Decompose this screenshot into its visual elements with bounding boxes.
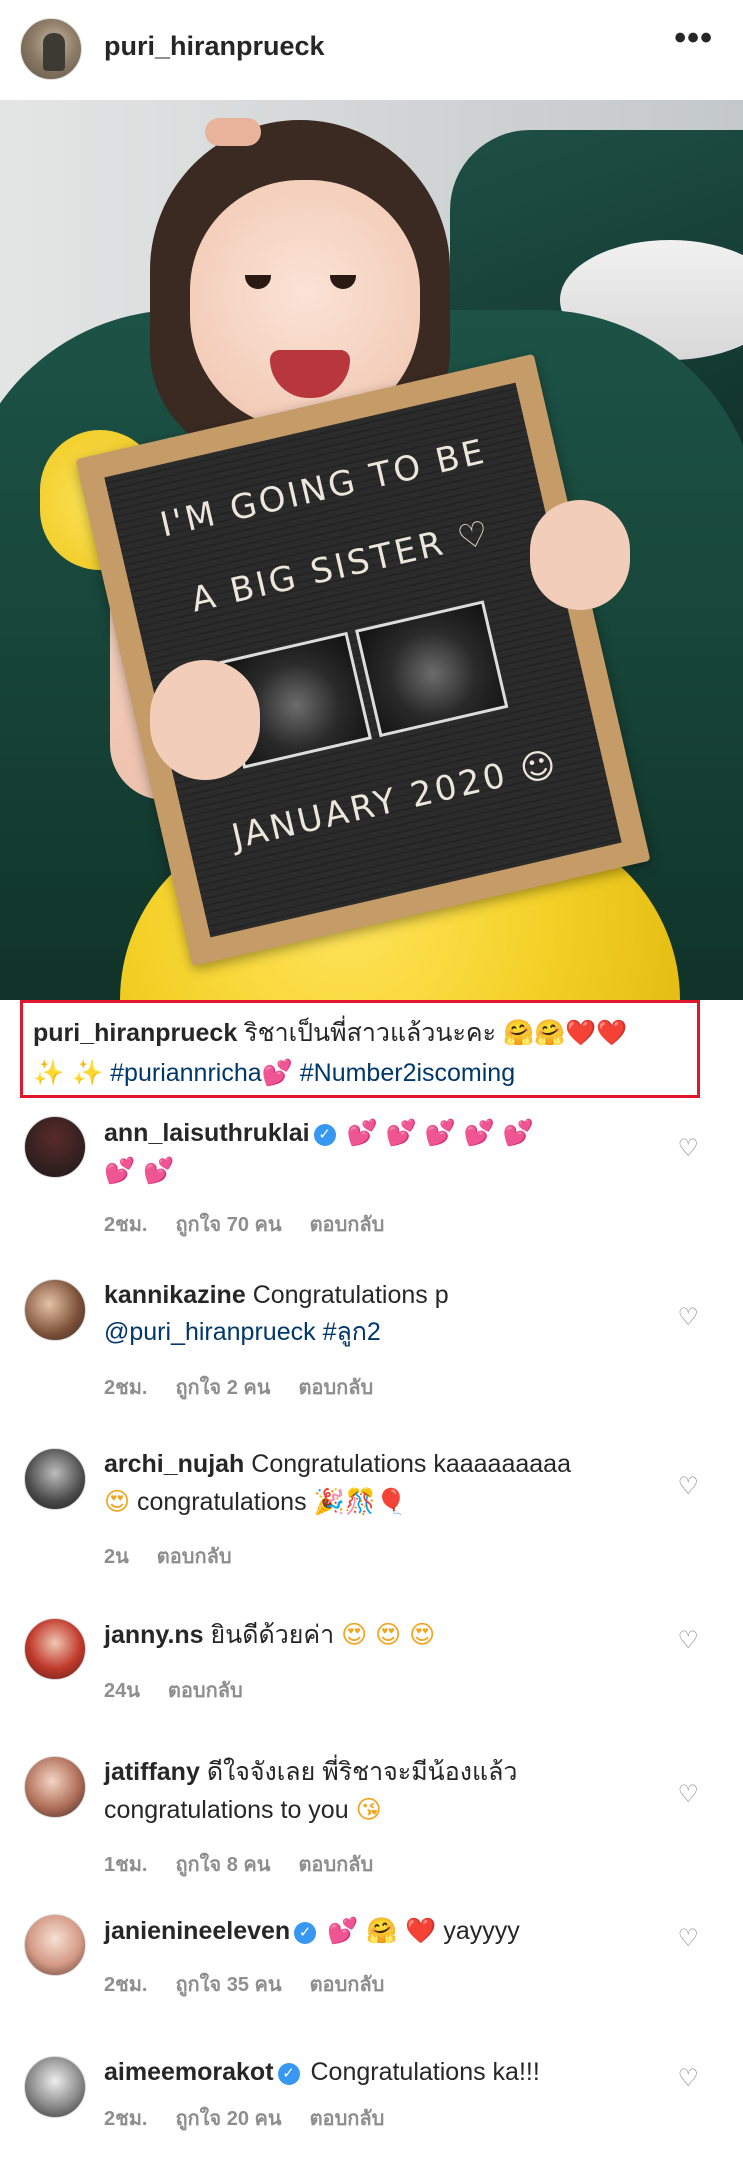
comment-mention[interactable]: @puri_hiranprueck [104,1318,316,1346]
heart-eyes-emojis: 😍 😍 😍 [341,1620,436,1649]
comment-time: 2ชม. [104,1214,148,1236]
like-heart-icon[interactable]: ♡ [677,1303,699,1332]
comment-likes[interactable]: ถูกใจ 35 คน [175,1974,281,1996]
avatar[interactable] [24,1914,86,1976]
like-heart-icon[interactable]: ♡ [677,1134,699,1163]
post-header: puri_hiranprueck ••• [0,0,743,100]
party-emojis: 🎉🎊🎈 [313,1487,407,1516]
comment-time: 2น [104,1546,129,1568]
comment-time: 2ชม. [104,1377,148,1399]
comment-username[interactable]: kannikazine [104,1281,246,1309]
comment-text: yayyyy [443,1917,520,1945]
comment-username[interactable]: aimeemorakot [104,2058,274,2086]
verified-icon: ✓ [294,1922,317,1944]
comment-emojis: 💕 💕 [104,1156,175,1185]
caption-emojis: 🤗🤗❤️❤️ [503,1018,628,1047]
ultrasound-image [355,600,509,738]
comment-likes[interactable]: ถูกใจ 8 คน [175,1854,270,1876]
reply-button[interactable]: ตอบกลับ [157,1546,232,1568]
avatar[interactable] [24,1116,86,1178]
comment-hashtag[interactable]: #ลูก2 [323,1318,381,1346]
hashtag-puriannricha[interactable]: #puriannricha [110,1059,262,1087]
comment-username[interactable]: archi_nujah [104,1450,244,1478]
avatar[interactable] [24,1279,86,1341]
kiss-emoji: 😘 [355,1795,382,1824]
avatar[interactable] [24,1618,86,1680]
comment-likes[interactable]: ถูกใจ 2 คน [175,1377,270,1399]
comment-time: 24น [104,1680,140,1702]
comment-time: 1ชม. [104,1854,148,1876]
header-username[interactable]: puri_hiranprueck [104,31,325,62]
comment-text-line2: congratulations to you [104,1796,349,1824]
reply-button[interactable]: ตอบกลับ [298,1377,373,1399]
reply-button[interactable]: ตอบกลับ [168,1680,243,1702]
comment-emojis: 💕 💕 💕 💕 💕 [346,1118,535,1147]
comment-text: ยินดีด้วยค่า [210,1621,335,1649]
reply-button[interactable]: ตอบกลับ [310,1974,385,1996]
caption-text: ริชาเป็นพี่สาวแล้วนะคะ [244,1019,497,1047]
comment-text: Congratulations p [252,1281,449,1309]
heart-eyes-emoji: 😍 [104,1487,131,1516]
like-heart-icon[interactable]: ♡ [677,1780,699,1809]
reply-button[interactable]: ตอบกลับ [310,2108,385,2130]
post-caption: puri_hiranprueck ริชาเป็นพี่สาวแล้วนะคะ … [20,1000,700,1098]
comment-username[interactable]: ann_laisuthruklai [104,1119,310,1147]
comment-text-line2: congratulations [137,1488,307,1516]
verified-icon: ✓ [277,2063,300,2085]
reply-button[interactable]: ตอบกลับ [298,1854,373,1876]
like-heart-icon[interactable]: ♡ [677,2064,699,2093]
like-heart-icon[interactable]: ♡ [677,1626,699,1655]
avatar[interactable] [24,2056,86,2118]
hashtag-number2iscoming[interactable]: #Number2iscoming [300,1059,515,1087]
comment-time: 2ชม. [104,2108,148,2130]
verified-icon: ✓ [313,1124,336,1146]
caption-username[interactable]: puri_hiranprueck [33,1019,237,1047]
like-heart-icon[interactable]: ♡ [677,1472,699,1501]
comment-text: Congratulations ka!!! [310,2058,540,2086]
avatar[interactable] [24,1756,86,1818]
comment-text: ดีใจจังเลย พี่ริชาจะมีน้องแล้ว [206,1758,518,1786]
two-hearts-emoji: 💕 [261,1058,293,1087]
sparkles-emoji: ✨ ✨ [33,1058,104,1087]
comment-likes[interactable]: ถูกใจ 70 คน [175,1214,281,1236]
comment-likes[interactable]: ถูกใจ 20 คน [175,2108,281,2130]
profile-avatar[interactable] [20,18,82,80]
comment-time: 2ชม. [104,1974,148,1996]
post-photo[interactable]: I'M GOING TO BE A BIG SISTER ♡ JANUARY 2… [0,100,743,1000]
comment-username[interactable]: janny.ns [104,1621,204,1649]
reply-button[interactable]: ตอบกลับ [310,1214,385,1236]
comment-username[interactable]: janienineeleven [104,1917,290,1945]
comment-text: Congratulations kaaaaaaaaa [251,1450,571,1478]
more-options-icon[interactable]: ••• [674,21,713,55]
comment-emojis: 💕 🤗 ❤️ [327,1916,437,1945]
comment-username[interactable]: jatiffany [104,1758,200,1786]
avatar[interactable] [24,1448,86,1510]
like-heart-icon[interactable]: ♡ [677,1924,699,1953]
